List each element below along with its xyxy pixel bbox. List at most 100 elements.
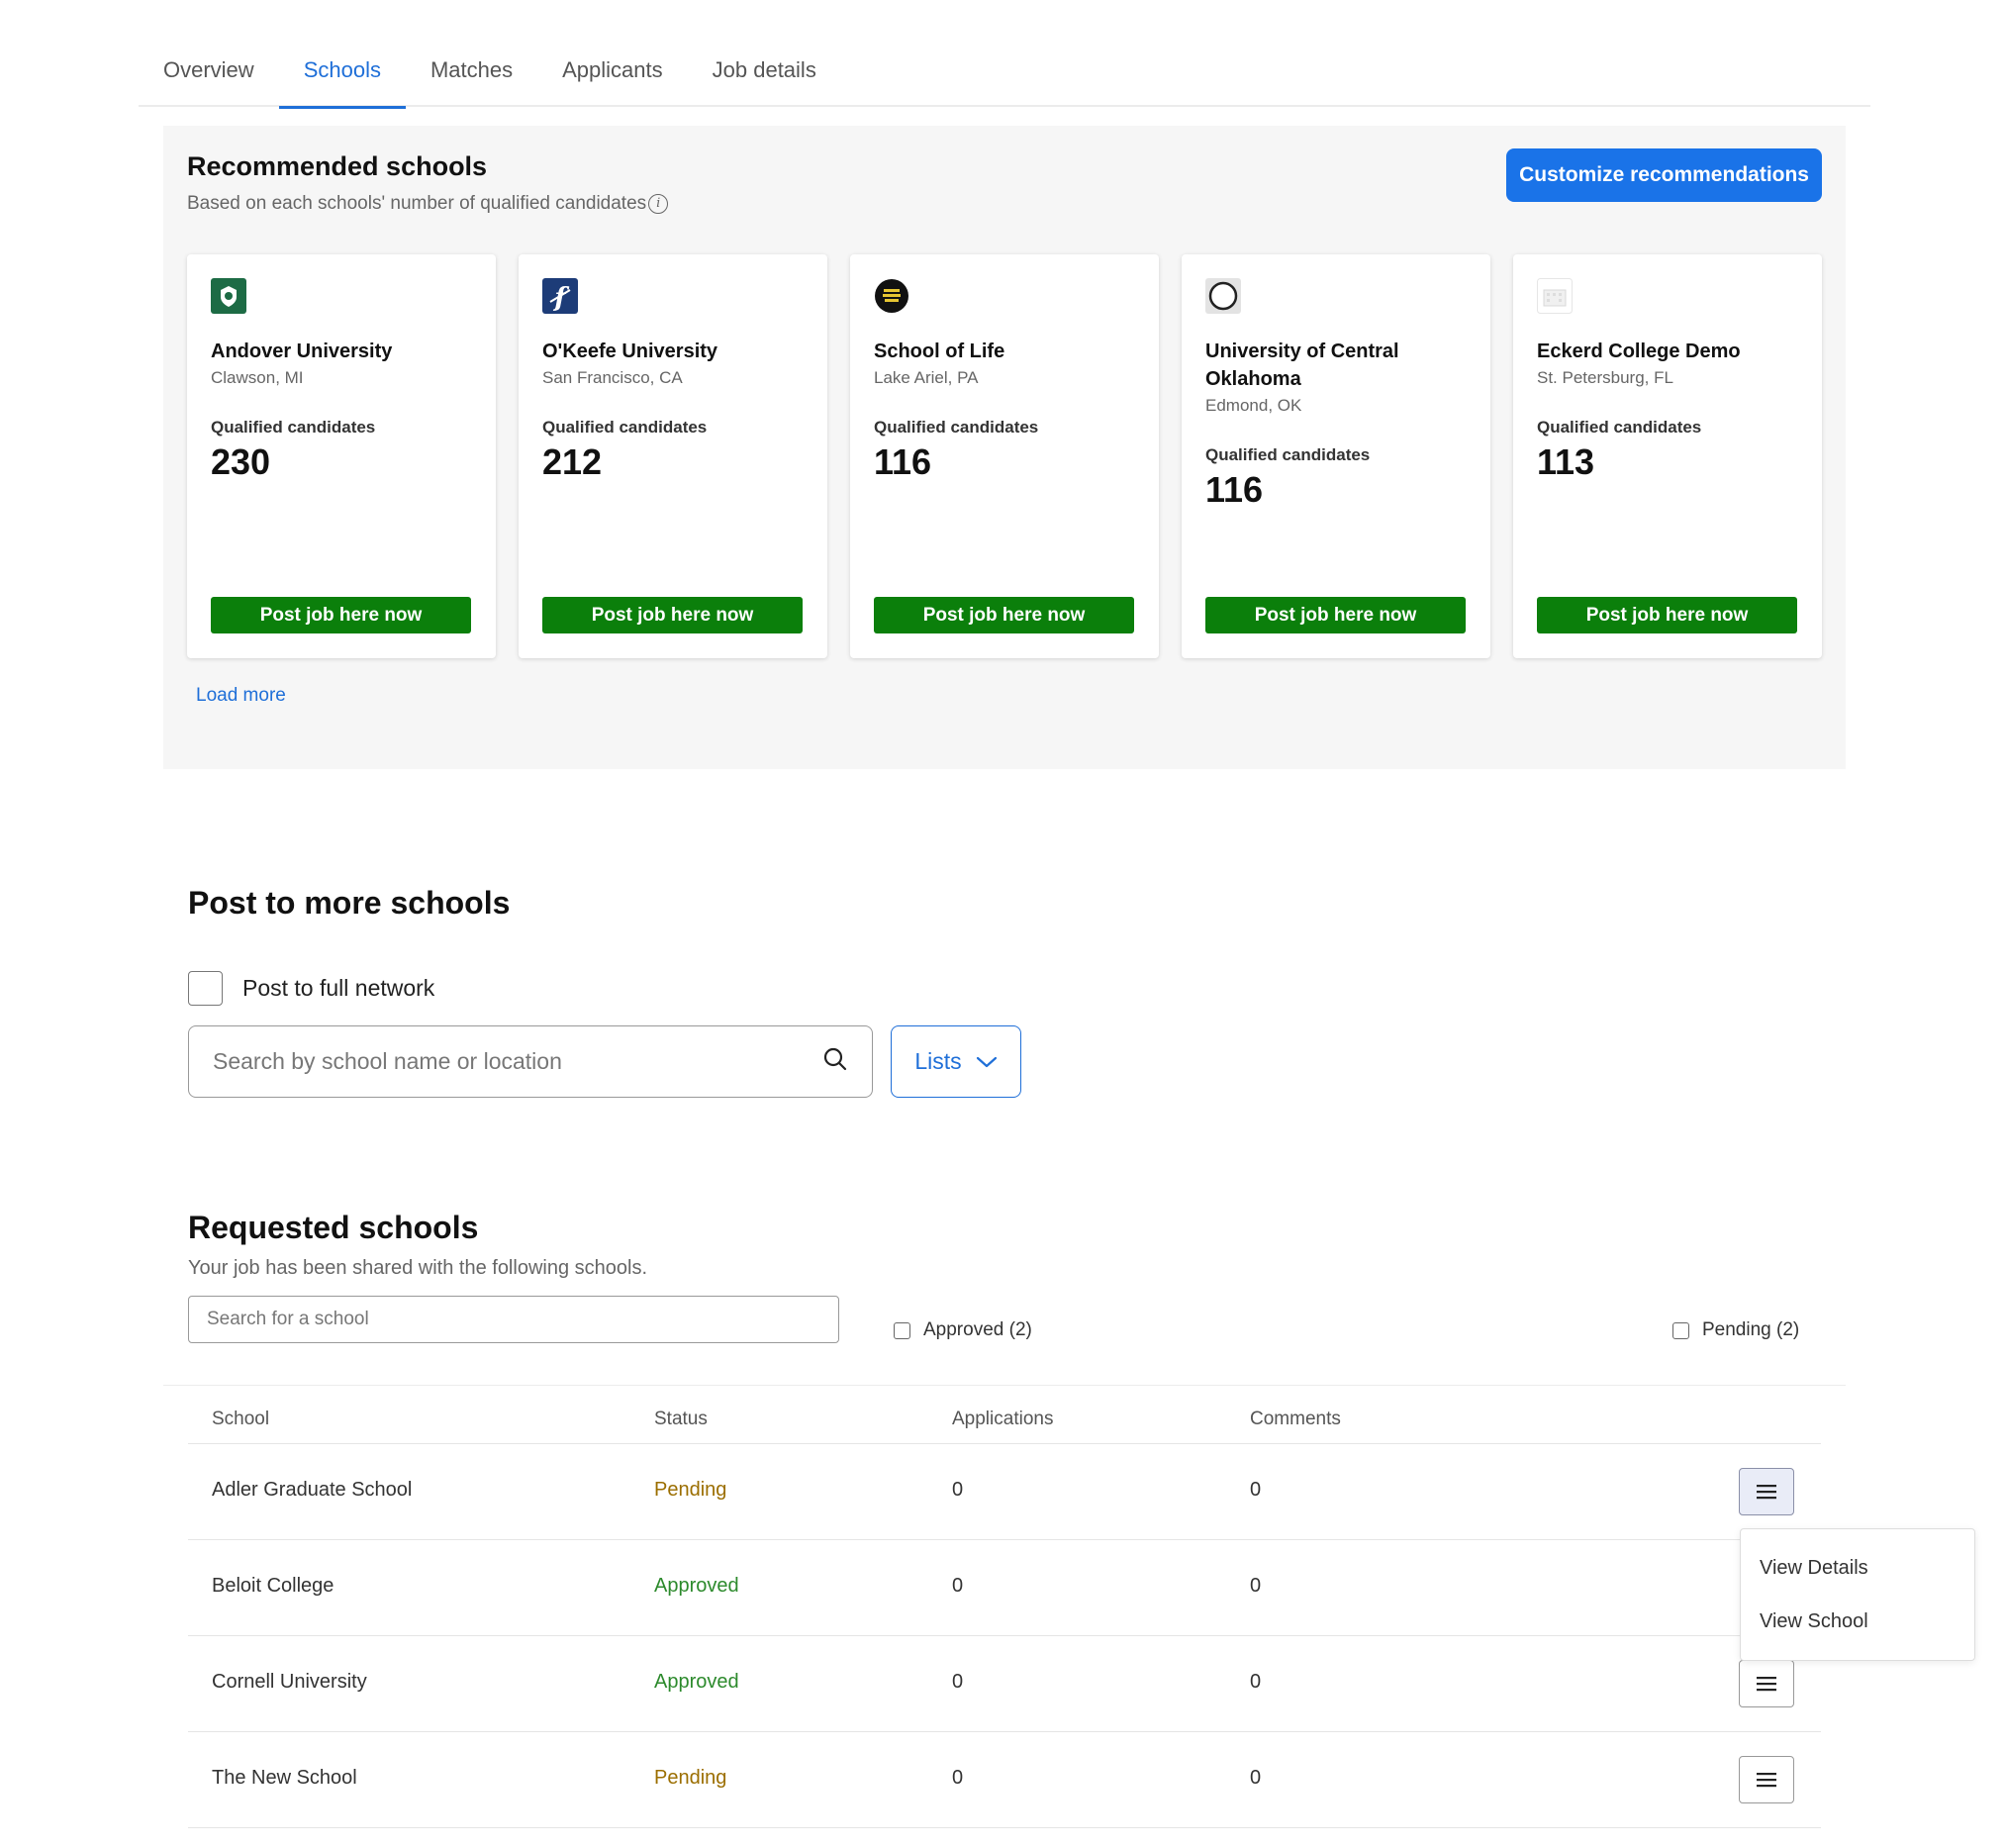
qualified-count: 212 [542, 441, 603, 482]
recommended-subtitle: Based on each schools' number of qualifi… [187, 193, 669, 215]
post-job-button[interactable]: Post job here now [211, 597, 471, 633]
table-row: Beloit College Approved 0 0 [188, 1540, 1821, 1636]
qualified-label: Qualified candidates [542, 418, 708, 437]
comments-cell: 0 [1250, 1575, 1262, 1597]
pending-filter-label: Pending (2) [1702, 1319, 1800, 1340]
recommended-title: Recommended schools [187, 151, 488, 181]
pending-filter-checkbox[interactable] [1672, 1321, 1689, 1339]
chevron-down-icon [976, 1048, 998, 1075]
school-location: St. Petersburg, FL [1537, 368, 1673, 387]
column-applications[interactable]: Applications [952, 1409, 1053, 1430]
school-card: Eckerd College Demo St. Petersburg, FL Q… [1513, 254, 1822, 658]
menu-icon [1757, 1677, 1776, 1692]
comments-cell: 0 [1250, 1767, 1262, 1789]
school-card: University of Central Oklahoma Edmond, O… [1182, 254, 1490, 658]
qualified-label: Qualified candidates [1537, 418, 1702, 437]
menu-item-view-school[interactable]: View School [1760, 1610, 1868, 1633]
status-badge: Approved [654, 1575, 739, 1597]
school-name: Eckerd College Demo [1537, 340, 1741, 362]
post-more-title: Post to more schools [188, 885, 511, 921]
school-name: University of Central Oklahoma [1205, 340, 1399, 390]
comments-cell: 0 [1250, 1671, 1262, 1693]
school-card: Andover University Clawson, MI Qualified… [187, 254, 496, 658]
school-card-info: Andover University Clawson, MI Qualified… [211, 338, 478, 486]
school-name: O'Keefe University [542, 340, 718, 362]
school-card-info: School of Life Lake Ariel, PA Qualified … [874, 338, 1141, 486]
lists-dropdown-button[interactable]: Lists [891, 1025, 1021, 1098]
status-badge: Pending [654, 1767, 727, 1789]
green-crest-logo [211, 278, 246, 314]
tab-overview[interactable]: Overview [139, 40, 279, 107]
school-card-info: University of Central Oklahoma Edmond, O… [1205, 338, 1473, 514]
qualified-label: Qualified candidates [211, 418, 376, 437]
table-row: Adler Graduate School Pending 0 0 [188, 1444, 1821, 1540]
school-card-info: O'Keefe University San Francisco, CA Qua… [542, 338, 810, 486]
menu-icon [1757, 1773, 1776, 1788]
menu-item-view-details[interactable]: View Details [1760, 1557, 1868, 1580]
school-location: San Francisco, CA [542, 368, 683, 387]
blue-f-logo: f [542, 278, 578, 314]
school-cell: Adler Graduate School [212, 1479, 413, 1501]
customize-recommendations-button[interactable]: Customize recommendations [1506, 148, 1822, 202]
school-search-input[interactable] [213, 1048, 822, 1075]
qualified-count: 116 [874, 441, 932, 482]
approved-filter-label: Approved (2) [923, 1319, 1032, 1340]
table-row: Cornell University Approved 0 0 [188, 1636, 1821, 1732]
school-card: School of Life Lake Ariel, PA Qualified … [850, 254, 1159, 658]
requested-subtitle: Your job has been shared with the follow… [188, 1257, 648, 1279]
menu-icon [1757, 1485, 1776, 1500]
approved-filter-checkbox[interactable] [894, 1321, 910, 1339]
tab-schools[interactable]: Schools [278, 40, 407, 109]
post-full-network-checkbox[interactable] [188, 971, 223, 1006]
post-full-network-label: Post to full network [242, 975, 435, 1001]
requested-title: Requested schools [188, 1210, 479, 1245]
column-status[interactable]: Status [654, 1409, 708, 1430]
row-menu-button[interactable] [1739, 1660, 1794, 1707]
school-name: Andover University [211, 340, 393, 362]
column-comments[interactable]: Comments [1250, 1409, 1341, 1430]
search-icon[interactable] [822, 1046, 848, 1077]
row-menu-dropdown: View Details View School [1740, 1528, 1975, 1661]
school-cards: Andover University Clawson, MI Qualified… [187, 254, 1822, 658]
status-badge: Approved [654, 1671, 739, 1693]
row-menu-button[interactable] [1739, 1468, 1794, 1515]
qualified-count: 230 [211, 441, 271, 482]
school-cell: The New School [212, 1767, 357, 1789]
pending-filter[interactable]: Pending (2) [1672, 1319, 1799, 1341]
school-location: Lake Ariel, PA [874, 368, 979, 387]
row-menu-button[interactable] [1739, 1756, 1794, 1803]
black-circle-logo [874, 278, 909, 314]
qualified-count: 116 [1205, 469, 1264, 510]
school-card: f O'Keefe University San Francisco, CA Q… [519, 254, 827, 658]
school-card-info: Eckerd College Demo St. Petersburg, FL Q… [1537, 338, 1804, 486]
applications-cell: 0 [952, 1767, 964, 1789]
tab-job-details[interactable]: Job details [688, 40, 841, 107]
recommended-schools-panel: Recommended schools Based on each school… [163, 126, 1846, 769]
table-header: School Status Applications Comments [188, 1396, 1821, 1444]
qualified-label: Qualified candidates [1205, 445, 1371, 464]
section-divider [163, 1385, 1846, 1386]
school-search-box [188, 1025, 873, 1098]
tab-matches[interactable]: Matches [406, 40, 537, 107]
applications-cell: 0 [952, 1671, 964, 1693]
post-job-button[interactable]: Post job here now [542, 597, 803, 633]
load-more-link[interactable]: Load more [196, 685, 286, 707]
school-cell: Beloit College [212, 1575, 334, 1597]
school-name: School of Life [874, 340, 1005, 362]
tab-applicants[interactable]: Applicants [537, 40, 688, 107]
status-badge: Pending [654, 1479, 727, 1501]
info-icon[interactable]: i [648, 194, 669, 214]
column-school[interactable]: School [212, 1409, 269, 1430]
lists-label: Lists [914, 1048, 962, 1074]
ring-logo [1205, 278, 1241, 314]
post-job-button[interactable]: Post job here now [1205, 597, 1466, 633]
post-job-button[interactable]: Post job here now [874, 597, 1134, 633]
requested-school-search-input[interactable] [188, 1296, 839, 1343]
tab-bar: Overview Schools Matches Applicants Job … [139, 40, 1870, 109]
post-job-button[interactable]: Post job here now [1537, 597, 1797, 633]
school-location: Clawson, MI [211, 368, 304, 387]
school-cell: Cornell University [212, 1671, 367, 1693]
post-full-network-option[interactable]: Post to full network [188, 971, 434, 1006]
approved-filter[interactable]: Approved (2) [894, 1319, 1032, 1341]
recommended-subtitle-text: Based on each schools' number of qualifi… [187, 193, 647, 214]
